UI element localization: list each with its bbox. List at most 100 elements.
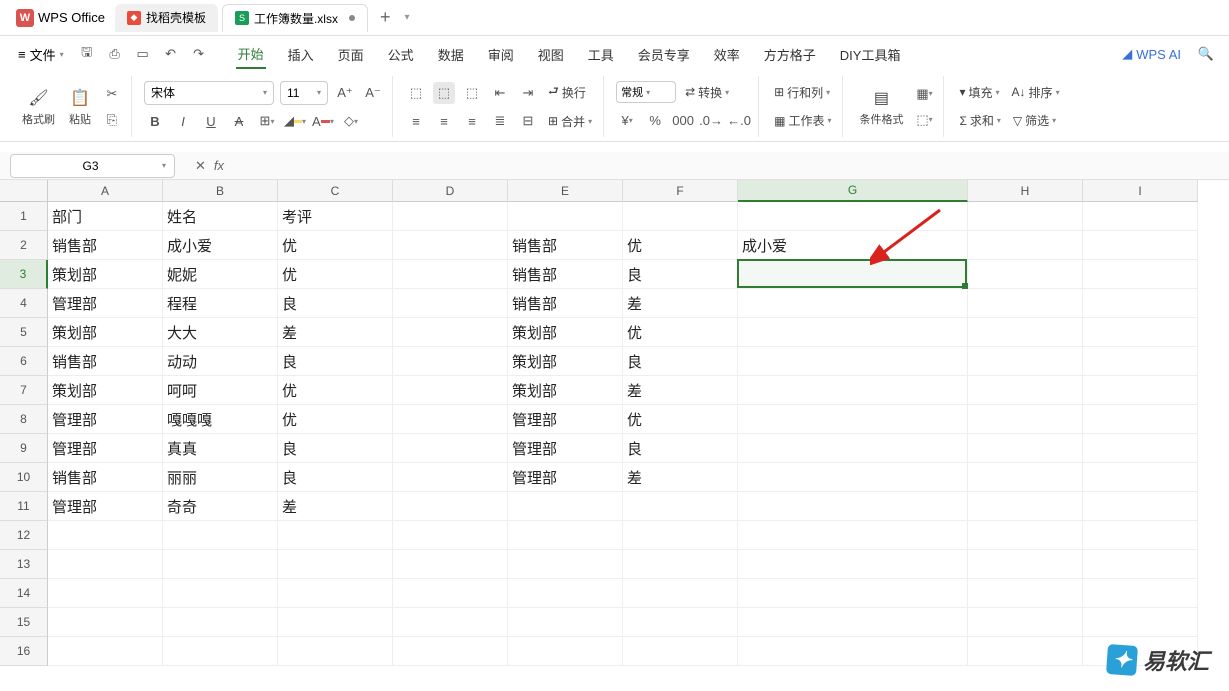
cell-F2[interactable]: 优	[623, 231, 738, 260]
cell-A5[interactable]: 策划部	[48, 318, 163, 347]
cell-F13[interactable]	[623, 550, 738, 579]
clear-format-icon[interactable]: ◇▾	[340, 110, 362, 132]
cell-A4[interactable]: 管理部	[48, 289, 163, 318]
select-all-corner[interactable]	[0, 180, 48, 202]
cell-A14[interactable]	[48, 579, 163, 608]
cell-D4[interactable]	[393, 289, 508, 318]
cell-H7[interactable]	[968, 376, 1083, 405]
cell-A16[interactable]	[48, 637, 163, 666]
cell-D11[interactable]	[393, 492, 508, 521]
cell-C15[interactable]	[278, 608, 393, 637]
cell-D16[interactable]	[393, 637, 508, 666]
align-middle-icon[interactable]: ⬚	[433, 82, 455, 104]
cell-D12[interactable]	[393, 521, 508, 550]
format-painter-button[interactable]: 🖌格式刷	[18, 85, 59, 129]
copy-icon[interactable]: ⎘	[101, 109, 123, 131]
cell-H6[interactable]	[968, 347, 1083, 376]
align-right-icon[interactable]: ≡	[461, 110, 483, 132]
cell-C16[interactable]	[278, 637, 393, 666]
cell-F16[interactable]	[623, 637, 738, 666]
cell-E13[interactable]	[508, 550, 623, 579]
cell-A10[interactable]: 销售部	[48, 463, 163, 492]
cell-H10[interactable]	[968, 463, 1083, 492]
cell-H1[interactable]	[968, 202, 1083, 231]
cell-G4[interactable]	[738, 289, 968, 318]
cell-B2[interactable]: 成小爱	[163, 231, 278, 260]
cell-B5[interactable]: 大大	[163, 318, 278, 347]
cell-A13[interactable]	[48, 550, 163, 579]
col-header-I[interactable]: I	[1083, 180, 1198, 202]
cell-C5[interactable]: 差	[278, 318, 393, 347]
cell-F7[interactable]: 差	[623, 376, 738, 405]
cell-F14[interactable]	[623, 579, 738, 608]
cell-I6[interactable]	[1083, 347, 1198, 376]
cell-C8[interactable]: 优	[278, 405, 393, 434]
format-icon[interactable]: ⬚▾	[913, 109, 935, 131]
cell-B12[interactable]	[163, 521, 278, 550]
italic-button[interactable]: I	[172, 110, 194, 132]
cell-E5[interactable]: 策划部	[508, 318, 623, 347]
cell-F5[interactable]: 优	[623, 318, 738, 347]
cell-F1[interactable]	[623, 202, 738, 231]
cell-A6[interactable]: 销售部	[48, 347, 163, 376]
col-header-F[interactable]: F	[623, 180, 738, 202]
cell-H13[interactable]	[968, 550, 1083, 579]
cell-I12[interactable]	[1083, 521, 1198, 550]
col-header-D[interactable]: D	[393, 180, 508, 202]
cell-A1[interactable]: 部门	[48, 202, 163, 231]
col-header-A[interactable]: A	[48, 180, 163, 202]
cell-G3[interactable]	[738, 260, 968, 289]
cell-B3[interactable]: 妮妮	[163, 260, 278, 289]
cell-E6[interactable]: 策划部	[508, 347, 623, 376]
cell-I1[interactable]	[1083, 202, 1198, 231]
cell-I4[interactable]	[1083, 289, 1198, 318]
cell-E16[interactable]	[508, 637, 623, 666]
cell-E1[interactable]	[508, 202, 623, 231]
cell-C9[interactable]: 良	[278, 434, 393, 463]
wrap-text-button[interactable]: ⮐换行	[545, 81, 589, 104]
row-header-4[interactable]: 4	[0, 289, 48, 318]
underline-button[interactable]: U	[200, 110, 222, 132]
cell-G12[interactable]	[738, 521, 968, 550]
cell-C11[interactable]: 差	[278, 492, 393, 521]
cell-B4[interactable]: 程程	[163, 289, 278, 318]
cell-E15[interactable]	[508, 608, 623, 637]
redo-icon[interactable]: ↷	[188, 43, 210, 65]
cell-I9[interactable]	[1083, 434, 1198, 463]
cell-G15[interactable]	[738, 608, 968, 637]
currency-icon[interactable]: ¥▾	[616, 110, 638, 132]
cell-I11[interactable]	[1083, 492, 1198, 521]
cell-C6[interactable]: 良	[278, 347, 393, 376]
row-header-1[interactable]: 1	[0, 202, 48, 231]
menu-tab-视图[interactable]: 视图	[536, 41, 566, 68]
cell-I5[interactable]	[1083, 318, 1198, 347]
filter-button[interactable]: ▽筛选▾	[1010, 111, 1059, 130]
increase-indent-icon[interactable]: ⇥	[517, 82, 539, 104]
cell-E14[interactable]	[508, 579, 623, 608]
fill-button[interactable]: ▾填充▾	[956, 83, 1002, 102]
percent-icon[interactable]: %	[644, 110, 666, 132]
cell-H3[interactable]	[968, 260, 1083, 289]
distribute-icon[interactable]: ⊟	[517, 110, 539, 132]
add-tab-button[interactable]: +	[370, 7, 401, 28]
row-header-6[interactable]: 6	[0, 347, 48, 376]
search-icon[interactable]: 🔍	[1195, 43, 1217, 65]
decrease-indent-icon[interactable]: ⇤	[489, 82, 511, 104]
cell-G8[interactable]	[738, 405, 968, 434]
cell-B8[interactable]: 嘎嘎嘎	[163, 405, 278, 434]
cell-D6[interactable]	[393, 347, 508, 376]
cond-format-button[interactable]: ▤条件格式	[855, 85, 907, 129]
cell-G6[interactable]	[738, 347, 968, 376]
col-header-C[interactable]: C	[278, 180, 393, 202]
cancel-icon[interactable]: ✕	[195, 158, 206, 174]
font-color-button[interactable]: A▾	[312, 110, 334, 132]
cell-C2[interactable]: 优	[278, 231, 393, 260]
cell-G5[interactable]	[738, 318, 968, 347]
cell-D3[interactable]	[393, 260, 508, 289]
cell-D9[interactable]	[393, 434, 508, 463]
number-format-select[interactable]: 常规▾	[616, 81, 676, 103]
cell-C10[interactable]: 良	[278, 463, 393, 492]
cell-D5[interactable]	[393, 318, 508, 347]
col-header-E[interactable]: E	[508, 180, 623, 202]
cell-H4[interactable]	[968, 289, 1083, 318]
